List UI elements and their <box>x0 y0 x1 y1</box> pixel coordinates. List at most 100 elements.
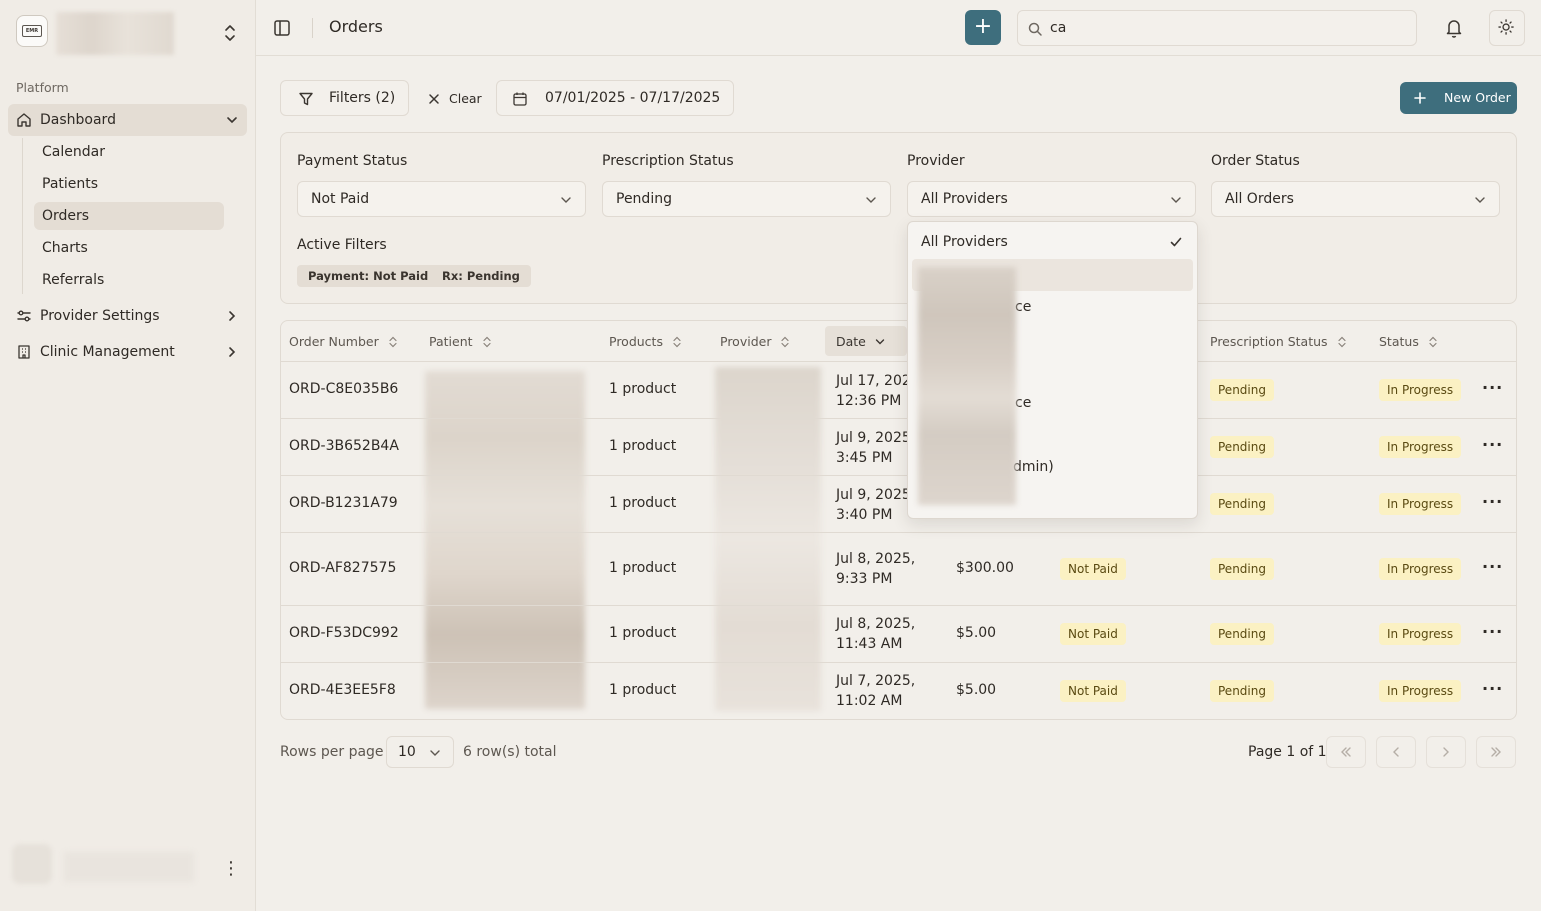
row-actions-icon[interactable]: ··· <box>1482 435 1503 454</box>
row-actions-icon[interactable]: ··· <box>1482 679 1503 698</box>
row-actions-icon[interactable]: ··· <box>1482 378 1503 397</box>
table-row[interactable]: ORD-C8E035B6 1 product Jul 17, 202 12:36 … <box>281 362 1516 419</box>
rx-status-badge: Pending <box>1210 493 1274 515</box>
amount-cell: $5.00 <box>956 625 997 641</box>
chevron-down-icon <box>561 197 571 203</box>
sidebar-item-clinic-management[interactable]: Clinic Management <box>8 336 247 368</box>
rows-per-page-select[interactable]: 10 <box>386 736 454 768</box>
provider-label: Provider <box>907 153 965 169</box>
column-header-status[interactable]: Status <box>1379 334 1439 349</box>
products-cell: 1 product <box>609 438 677 454</box>
table-row[interactable]: ORD-AF827575 1 product Jul 8, 2025, 9:33 … <box>281 533 1516 606</box>
next-page-button[interactable] <box>1426 736 1466 768</box>
search-input[interactable] <box>1050 18 1400 38</box>
order-number[interactable]: ORD-3B652B4A <box>289 438 399 454</box>
sidebar-item-patients[interactable]: Patients <box>34 170 224 198</box>
filter-chip-rx[interactable]: Rx: Pending <box>431 265 531 287</box>
products-cell: 1 product <box>609 495 677 511</box>
user-menu[interactable]: ⋮ <box>8 842 248 900</box>
chevron-down-icon <box>866 197 876 203</box>
order-number[interactable]: ORD-4E3EE5F8 <box>289 682 396 698</box>
sidebar-item-dashboard[interactable]: Dashboard <box>8 104 247 136</box>
row-actions-icon[interactable]: ··· <box>1482 622 1503 641</box>
chevron-down-icon <box>430 750 440 756</box>
filter-chip-payment[interactable]: Payment: Not Paid <box>297 265 440 287</box>
sidebar: EMR Platform Dashboard Calendar Patients… <box>0 0 256 911</box>
date-cell: Jul 8, 2025, 11:43 AM <box>836 616 916 652</box>
building-icon <box>18 345 30 359</box>
order-number[interactable]: ORD-F53DC992 <box>289 625 399 641</box>
select-value: All Orders <box>1225 191 1294 207</box>
sun-icon <box>1498 19 1514 35</box>
sidebar-item-provider-settings[interactable]: Provider Settings <box>8 300 247 332</box>
last-page-button[interactable] <box>1476 736 1516 768</box>
table-row[interactable]: ORD-3B652B4A 1 product Jul 9, 2025 3:45 P… <box>281 419 1516 476</box>
payment-status-badge: Not Paid <box>1060 680 1126 702</box>
date-range-label: 07/01/2025 - 07/17/2025 <box>545 90 721 106</box>
column-header-provider[interactable]: Provider <box>720 334 791 349</box>
org-switcher[interactable]: EMR <box>8 8 248 58</box>
column-header-prescription-status[interactable]: Prescription Status <box>1210 334 1348 349</box>
status-badge: In Progress <box>1379 623 1462 645</box>
sort-icon <box>389 336 397 348</box>
status-badge: In Progress <box>1379 436 1462 458</box>
order-number[interactable]: ORD-C8E035B6 <box>289 381 398 397</box>
row-actions-icon[interactable]: ··· <box>1482 492 1503 511</box>
clear-filters-button[interactable]: Clear <box>417 80 489 116</box>
add-button[interactable]: + <box>965 10 1001 45</box>
calendar-icon <box>513 92 527 106</box>
sidebar-item-label: Provider Settings <box>40 308 160 324</box>
rx-status-badge: Pending <box>1210 436 1274 458</box>
previous-page-button[interactable] <box>1376 736 1416 768</box>
column-header-order-number[interactable]: Order Number <box>289 334 399 349</box>
payment-status-label: Payment Status <box>297 153 408 169</box>
chevrons-right-icon <box>1491 747 1501 757</box>
order-status-select[interactable]: All Orders <box>1211 181 1500 217</box>
dashboard-subnav: Calendar Patients Orders Charts Referral… <box>22 138 232 294</box>
chevron-down-icon <box>1171 197 1181 203</box>
provider-select[interactable]: All Providers <box>907 181 1196 217</box>
table-row[interactable]: ORD-F53DC992 1 product Jul 8, 2025, 11:43… <box>281 606 1516 663</box>
payment-status-select[interactable]: Not Paid <box>297 181 586 217</box>
rx-status-badge: Pending <box>1210 623 1274 645</box>
filters-button[interactable]: Filters (2) <box>280 80 409 116</box>
theme-toggle-button[interactable] <box>1489 10 1525 46</box>
chevron-down-icon <box>1475 197 1485 203</box>
order-status-label: Order Status <box>1211 153 1300 169</box>
chevron-right-icon <box>229 347 236 357</box>
search-box[interactable] <box>1017 10 1417 46</box>
chevron-right-icon <box>1443 747 1449 757</box>
org-logo: EMR <box>16 15 48 47</box>
filters-button-label: Filters (2) <box>329 90 396 106</box>
chevron-down-icon <box>227 117 237 124</box>
table-row[interactable]: ORD-B1231A79 1 product Jul 9, 2025 3:40 P… <box>281 476 1516 533</box>
topbar: Orders + <box>256 0 1541 56</box>
sidebar-item-orders[interactable]: Orders <box>34 202 224 230</box>
prescription-status-select[interactable]: Pending <box>602 181 891 217</box>
nav-section-label: Platform <box>16 80 69 95</box>
sidebar-item-referrals[interactable]: Referrals <box>34 266 224 294</box>
date-cell: Jul 17, 202 12:36 PM <box>836 373 911 409</box>
org-name-redacted <box>56 12 174 55</box>
sidebar-item-calendar[interactable]: Calendar <box>34 138 224 166</box>
date-range-picker[interactable]: 07/01/2025 - 07/17/2025 <box>496 80 734 116</box>
column-header-products[interactable]: Products <box>609 334 683 349</box>
sidebar-item-charts[interactable]: Charts <box>34 234 224 262</box>
filter-icon <box>299 92 313 106</box>
order-number[interactable]: ORD-B1231A79 <box>289 495 398 511</box>
table-row[interactable]: ORD-4E3EE5F8 1 product Jul 7, 2025, 11:02… <box>281 663 1516 719</box>
more-vertical-icon[interactable]: ⋮ <box>222 860 240 880</box>
new-order-button[interactable]: New Order <box>1400 82 1517 114</box>
column-header-patient[interactable]: Patient <box>429 334 493 349</box>
date-cell: Jul 7, 2025, 11:02 AM <box>836 673 916 709</box>
first-page-button[interactable] <box>1326 736 1366 768</box>
sidebar-toggle-icon[interactable] <box>272 18 292 38</box>
bell-icon[interactable] <box>1436 10 1472 46</box>
products-cell: 1 product <box>609 560 677 576</box>
rx-status-badge: Pending <box>1210 680 1274 702</box>
row-actions-icon[interactable]: ··· <box>1482 557 1503 576</box>
status-badge: In Progress <box>1379 680 1462 702</box>
dropdown-option-all-providers[interactable]: All Providers <box>912 226 1193 258</box>
column-header-date[interactable]: Date <box>836 334 886 349</box>
order-number[interactable]: ORD-AF827575 <box>289 560 396 576</box>
